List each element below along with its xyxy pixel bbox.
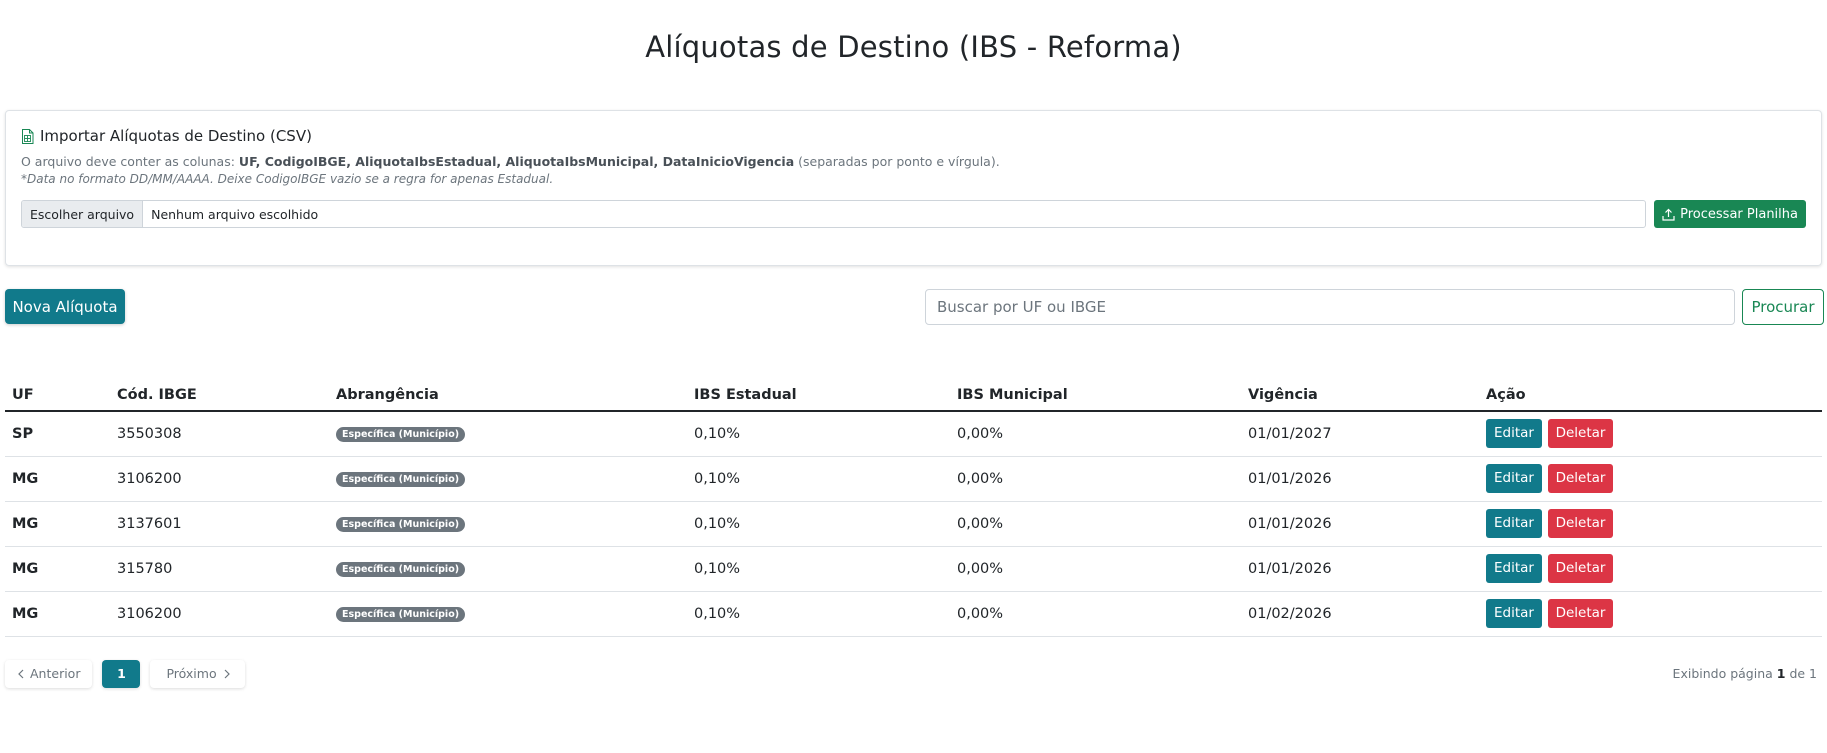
- pagination: Anterior 1 Próximo Exibindo página 1 de …: [5, 659, 1822, 688]
- import-help: O arquivo deve conter as colunas: UF, Co…: [21, 154, 1806, 169]
- cell-ibs-municipal: 0,00%: [950, 591, 1241, 637]
- pagination-info-prefix: Exibindo página: [1672, 666, 1777, 681]
- page-1-button[interactable]: 1: [102, 659, 141, 688]
- file-row: Escolher arquivo Nenhum arquivo escolhid…: [21, 200, 1806, 228]
- chevron-right-icon: [224, 669, 230, 678]
- table-row: MG 3137601 Específica (Município) 0,10% …: [5, 501, 1822, 547]
- previous-page-button[interactable]: Anterior: [5, 659, 93, 688]
- header-vigencia[interactable]: Vigência: [1241, 378, 1479, 412]
- cell-action: Editar Deletar: [1479, 591, 1822, 637]
- table-header-row: UF Cód. IBGE Abrangência IBS Estadual IB…: [5, 378, 1822, 412]
- header-ibs-estadual[interactable]: IBS Estadual: [687, 378, 950, 412]
- upload-icon: [1662, 208, 1675, 221]
- cell-uf: MG: [5, 591, 110, 637]
- table-row: MG 3106200 Específica (Município) 0,10% …: [5, 456, 1822, 502]
- scope-badge: Específica (Município): [336, 427, 466, 443]
- pagination-info-middle: de: [1785, 666, 1810, 681]
- cell-action: Editar Deletar: [1479, 501, 1822, 547]
- header-ibs-municipal[interactable]: IBS Municipal: [950, 378, 1241, 412]
- cell-vigencia: 01/01/2026: [1241, 546, 1479, 592]
- previous-label: Anterior: [30, 666, 81, 681]
- delete-button[interactable]: Deletar: [1547, 419, 1614, 449]
- cell-ibs-estadual: 0,10%: [687, 591, 950, 637]
- toolbar: Nova Alíquota Procurar: [5, 266, 1824, 378]
- page: Alíquotas de Destino (IBS - Reforma) Imp…: [0, 0, 1827, 688]
- delete-button[interactable]: Deletar: [1547, 554, 1614, 583]
- cell-uf: MG: [5, 546, 110, 592]
- cell-ibge: 315780: [110, 546, 329, 592]
- page-title: Alíquotas de Destino (IBS - Reforma): [645, 30, 1182, 64]
- next-page-button[interactable]: Próximo: [150, 659, 245, 688]
- next-label: Próximo: [166, 666, 217, 681]
- cell-scope: Específica (Município): [329, 591, 687, 637]
- scope-badge: Específica (Município): [336, 607, 466, 622]
- choose-file-button[interactable]: Escolher arquivo: [22, 201, 144, 227]
- cell-action: Editar Deletar: [1479, 456, 1822, 502]
- pagination-info: Exibindo página 1 de 1: [1673, 666, 1817, 681]
- chevron-left-icon: [18, 669, 24, 678]
- file-name: Nenhum arquivo escolhido: [151, 206, 319, 222]
- cell-action: Editar Deletar: [1479, 411, 1822, 457]
- cell-ibs-estadual: 0,10%: [687, 546, 950, 592]
- cell-scope: Específica (Município): [329, 546, 687, 592]
- import-card: Importar Alíquotas de Destino (CSV) O ar…: [5, 110, 1822, 266]
- rates-table: UF Cód. IBGE Abrangência IBS Estadual IB…: [5, 378, 1822, 637]
- cell-action: Editar Deletar: [1479, 546, 1822, 592]
- delete-button[interactable]: Deletar: [1547, 464, 1614, 493]
- header-action: Ação: [1479, 378, 1822, 412]
- process-button-label: Processar Planilha: [1680, 206, 1798, 222]
- search-button[interactable]: Procurar: [1742, 289, 1824, 325]
- cell-ibs-municipal: 0,00%: [950, 546, 1241, 592]
- import-note: *Data no formato DD/MM/AAAA. Deixe Codig…: [21, 172, 554, 186]
- cell-scope: Específica (Município): [329, 411, 687, 457]
- cell-ibge: 3550308: [110, 411, 329, 457]
- cell-vigencia: 01/01/2026: [1241, 456, 1479, 502]
- cell-ibs-estadual: 0,10%: [687, 456, 950, 502]
- edit-button[interactable]: Editar: [1486, 554, 1542, 583]
- cell-scope: Específica (Município): [329, 501, 687, 547]
- cell-ibge: 3137601: [110, 501, 329, 547]
- cell-uf: SP: [5, 411, 110, 457]
- edit-button[interactable]: Editar: [1486, 599, 1542, 628]
- header-uf[interactable]: UF: [5, 378, 110, 412]
- import-help-prefix: O arquivo deve conter as colunas:: [21, 154, 239, 169]
- cell-vigencia: 01/02/2026: [1241, 591, 1479, 637]
- scope-badge: Específica (Município): [336, 517, 466, 532]
- import-help-columns: UF, CodigoIBGE, AliquotaIbsEstadual, Ali…: [238, 154, 795, 169]
- edit-button[interactable]: Editar: [1486, 419, 1542, 449]
- scope-badge: Específica (Município): [336, 472, 466, 487]
- cell-ibs-estadual: 0,10%: [687, 411, 950, 457]
- search-input[interactable]: [925, 289, 1735, 325]
- cell-ibs-municipal: 0,00%: [950, 501, 1241, 547]
- cell-uf: MG: [5, 456, 110, 502]
- header-ibge[interactable]: Cód. IBGE: [110, 378, 329, 412]
- table-row: MG 3106200 Específica (Município) 0,10% …: [5, 591, 1822, 637]
- cell-ibge: 3106200: [110, 591, 329, 637]
- delete-button[interactable]: Deletar: [1547, 599, 1614, 628]
- new-rate-button[interactable]: Nova Alíquota: [5, 289, 125, 324]
- import-help-suffix: (separadas por ponto e vírgula).: [794, 154, 1000, 169]
- table-row: MG 315780 Específica (Município) 0,10% 0…: [5, 546, 1822, 592]
- cell-ibs-municipal: 0,00%: [950, 411, 1241, 457]
- import-title: Importar Alíquotas de Destino (CSV): [21, 127, 1806, 145]
- cell-uf: MG: [5, 501, 110, 547]
- file-input[interactable]: Escolher arquivo Nenhum arquivo escolhid…: [21, 200, 1647, 228]
- process-spreadsheet-button[interactable]: Processar Planilha: [1654, 200, 1806, 228]
- table-row: SP 3550308 Específica (Município) 0,10% …: [5, 411, 1822, 457]
- cell-ibs-municipal: 0,00%: [950, 456, 1241, 502]
- cell-ibge: 3106200: [110, 456, 329, 502]
- cell-vigencia: 01/01/2026: [1241, 501, 1479, 547]
- pagination-info-total: 1: [1809, 666, 1817, 681]
- edit-button[interactable]: Editar: [1486, 509, 1542, 538]
- import-title-text: Importar Alíquotas de Destino (CSV): [40, 127, 312, 145]
- scope-badge: Específica (Município): [336, 562, 466, 577]
- cell-vigencia: 01/01/2027: [1241, 411, 1479, 457]
- cell-ibs-estadual: 0,10%: [687, 501, 950, 547]
- header-scope[interactable]: Abrangência: [329, 378, 687, 412]
- cell-scope: Específica (Município): [329, 456, 687, 502]
- delete-button[interactable]: Deletar: [1547, 509, 1614, 538]
- file-spreadsheet-icon: [22, 128, 34, 144]
- edit-button[interactable]: Editar: [1486, 464, 1542, 493]
